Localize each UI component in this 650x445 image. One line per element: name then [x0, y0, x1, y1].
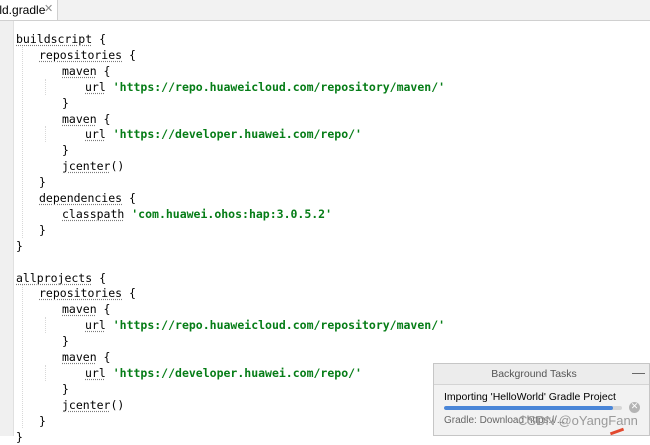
code-token: }	[39, 175, 46, 190]
watermark: CSDN @oYangFann	[518, 413, 638, 428]
code-token: {	[96, 302, 111, 317]
code-line: repositories {	[39, 47, 136, 63]
code-line: }	[62, 333, 69, 349]
code-line: }	[39, 413, 46, 429]
code-identifier: url	[85, 79, 106, 94]
code-identifier: maven	[62, 302, 97, 317]
code-line: dependencies {	[39, 190, 136, 206]
code-token: {	[96, 63, 111, 78]
editor-tab-bar: uild.gradle ✕	[0, 0, 650, 21]
code-line: allprojects {	[16, 270, 106, 286]
code-string: 'https://repo.huaweicloud.com/repository…	[112, 79, 446, 94]
code-identifier: maven	[62, 63, 97, 78]
code-line: maven {	[62, 301, 110, 317]
code-line: }	[16, 429, 23, 445]
code-identifier: url	[85, 127, 106, 142]
code-string: 'https://repo.huaweicloud.com/repository…	[112, 318, 446, 333]
editor-gutter	[0, 21, 14, 436]
code-line: repositories {	[39, 285, 136, 301]
code-string: 'https://developer.huawei.com/repo/'	[112, 365, 362, 380]
code-line: classpath 'com.huawei.ohos:hap:3.0.5.2'	[62, 206, 332, 222]
code-token: }	[62, 95, 69, 110]
code-token: }	[62, 143, 69, 158]
code-line: jcenter()	[62, 158, 124, 174]
code-line: }	[62, 95, 69, 111]
task-progress-fill	[444, 406, 614, 410]
code-token: {	[92, 32, 107, 46]
code-line: url 'https://repo.huaweicloud.com/reposi…	[85, 317, 445, 333]
code-identifier: jcenter	[62, 397, 111, 412]
code-identifier: maven	[62, 111, 97, 126]
indent-guide	[45, 317, 46, 334]
code-identifier: url	[85, 318, 106, 333]
cancel-task-icon[interactable]: ✕	[629, 402, 640, 413]
code-line: maven {	[62, 349, 110, 365]
code-line: }	[62, 142, 69, 158]
code-token: ()	[110, 159, 125, 174]
code-line: }	[39, 222, 46, 238]
code-identifier: repositories	[39, 47, 123, 62]
code-identifier: jcenter	[62, 159, 111, 174]
code-identifier: maven	[62, 350, 97, 364]
code-token: {	[122, 47, 136, 62]
background-tasks-title: Background Tasks	[491, 368, 577, 380]
code-line: url 'https://developer.huawei.com/repo/'	[85, 126, 362, 142]
close-icon[interactable]: ✕	[44, 2, 53, 15]
code-line: maven {	[62, 111, 110, 127]
code-identifier: classpath	[62, 206, 125, 221]
code-line: maven {	[62, 63, 110, 79]
code-token: {	[96, 350, 111, 364]
tab-label: uild.gradle	[0, 3, 46, 17]
code-identifier: dependencies	[39, 191, 123, 205]
indent-guide	[45, 78, 46, 95]
code-token: {	[122, 191, 136, 205]
code-line: }	[62, 381, 69, 397]
code-line: url 'https://developer.huawei.com/repo/'	[85, 365, 362, 381]
indent-guide	[45, 126, 46, 143]
code-token: }	[16, 238, 23, 253]
indent-guide	[22, 285, 23, 429]
code-string: 'https://developer.huawei.com/repo/'	[112, 127, 362, 142]
code-token: }	[62, 381, 69, 396]
code-token: ()	[110, 397, 125, 412]
code-token: {	[96, 111, 111, 126]
code-line: }	[16, 238, 23, 254]
code-identifier: buildscript	[16, 32, 93, 46]
code-token: {	[122, 286, 136, 301]
code-token: }	[62, 334, 69, 349]
indent-guide	[22, 46, 23, 238]
code-line: }	[39, 174, 46, 190]
code-token: }	[16, 429, 23, 444]
code-identifier: url	[85, 365, 106, 380]
minimize-icon[interactable]: —	[632, 365, 645, 380]
code-identifier: repositories	[39, 286, 123, 301]
code-line: buildscript {	[16, 31, 106, 47]
code-token: }	[39, 413, 46, 428]
task-title: Importing 'HelloWorld' Gradle Project	[444, 391, 616, 403]
code-token: {	[92, 270, 107, 285]
code-string: 'com.huawei.ohos:hap:3.0.5.2'	[131, 206, 333, 221]
code-line: jcenter()	[62, 397, 124, 413]
code-token: }	[39, 222, 46, 237]
code-identifier: allprojects	[16, 270, 93, 285]
code-line: url 'https://repo.huaweicloud.com/reposi…	[85, 79, 445, 95]
task-progress-bar	[444, 406, 622, 410]
tab-build-gradle[interactable]: uild.gradle ✕	[0, 0, 58, 20]
background-tasks-header: Background Tasks —	[434, 364, 649, 385]
indent-guide	[45, 364, 46, 381]
